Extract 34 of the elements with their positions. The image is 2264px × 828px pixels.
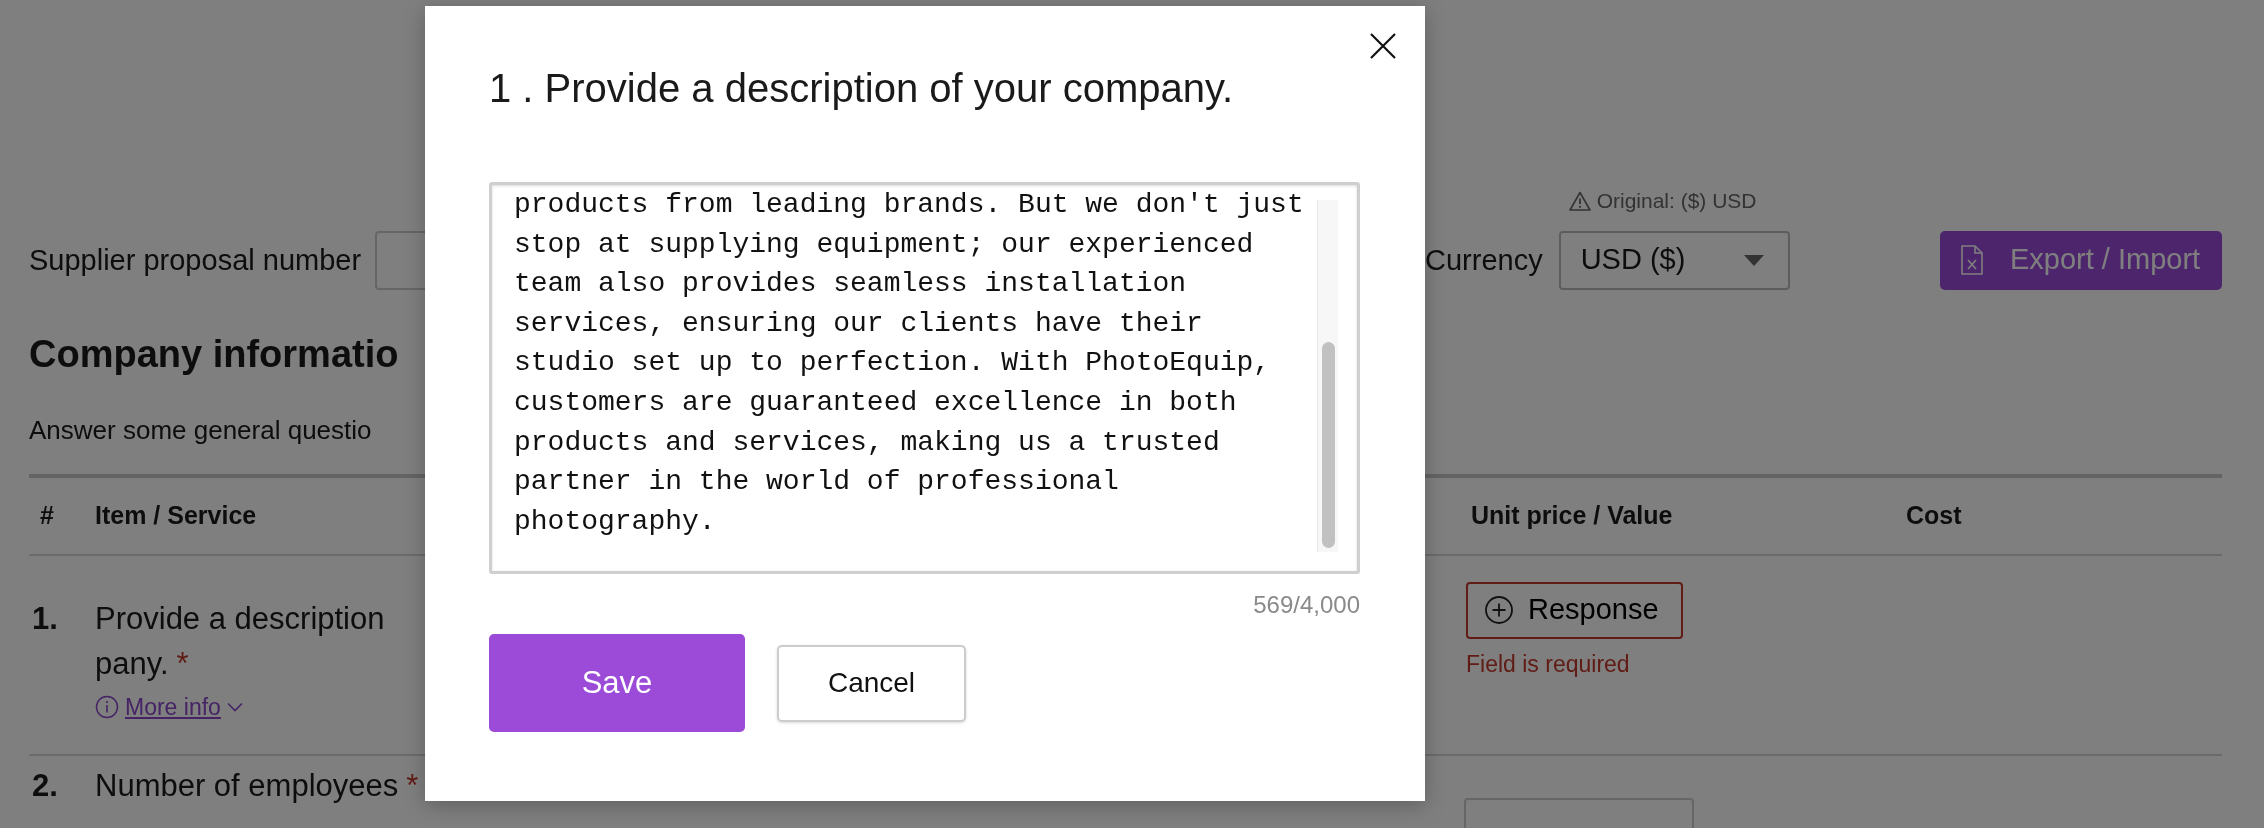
close-icon [1369,32,1397,60]
question-text: pany. [95,645,169,681]
required-mark: * [406,767,419,803]
file-icon [1960,245,1984,275]
dialog-title: 1 . Provide a description of your company. [489,65,1235,112]
question-text: Provide a description [95,600,385,636]
currency-select[interactable]: USD ($) [1558,230,1790,290]
section-subtitle: Answer some general questio [29,413,372,447]
required-mark: * [176,645,189,681]
column-header: Cost [1906,500,1962,529]
field-label: Currency [1425,242,1543,278]
error-message: Field is required [1466,649,1631,679]
row-number: 2. [32,767,58,803]
field-label: Supplier proposal number [29,242,362,278]
column-header: Unit price / Value [1471,500,1673,529]
response-button[interactable]: Response [1466,581,1683,639]
more-info-link[interactable]: More info [95,691,243,722]
scrollbar-thumb[interactable] [1322,342,1335,548]
cancel-button[interactable]: Cancel [777,644,966,722]
export-button[interactable]: Export / Import [1940,230,2222,290]
caret-icon [1743,254,1764,266]
row-number: 1. [32,600,58,636]
save-button[interactable]: Save [489,634,745,732]
question-text: Number of employees [95,767,399,803]
chevron-down-icon [226,701,243,712]
currency-note: Original: ($) USD [1596,188,1757,214]
answer-box[interactable]: products from leading brands. But we don't just stop at supplying equipment; our experienced team also provides seamless installation services, ensuring our clients have their studio set up to perfection. With PhotoEquip, customers are guaranteed excellence in both products and services, making us a trusted partner in the world of professional photography. [489,182,1360,574]
column-header: Item / Service [95,500,257,529]
character-counter: 569/4,000 [1252,590,1360,620]
warning-icon [1568,190,1591,211]
plus-circle-icon [1484,595,1514,625]
info-icon [95,694,119,719]
column-header: # [40,500,54,529]
section-title: Company informatio [29,331,399,377]
